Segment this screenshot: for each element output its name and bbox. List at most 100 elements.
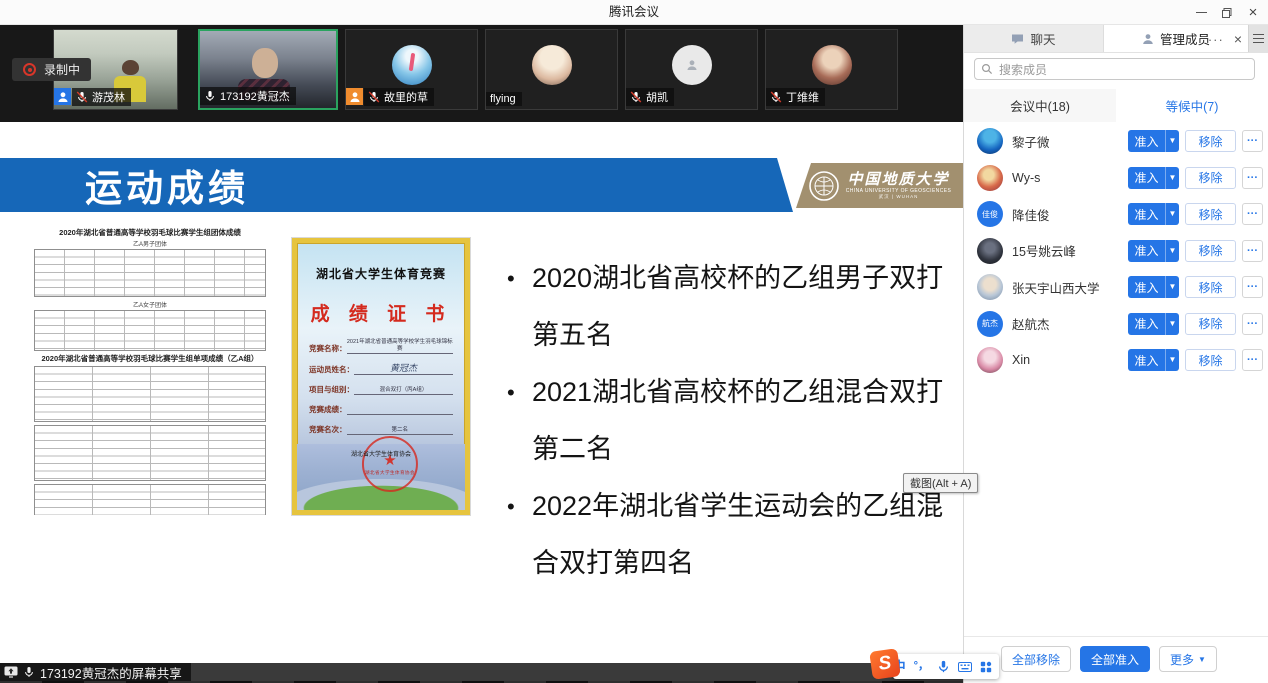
recording-indicator[interactable]: 录制中 bbox=[12, 58, 91, 81]
chevron-down-icon[interactable]: ▼ bbox=[1165, 276, 1179, 298]
screenshot-tooltip: 截图(Alt + A) bbox=[903, 473, 978, 493]
admit-all-button[interactable]: 全部准入 bbox=[1080, 646, 1150, 672]
waiting-member-row: 张天宇山西大学准入▼移除··· bbox=[964, 269, 1268, 306]
panel-tools: ··· × bbox=[1208, 25, 1242, 53]
admit-label: 准入 bbox=[1128, 206, 1165, 223]
chevron-down-icon[interactable]: ▼ bbox=[1165, 167, 1179, 189]
chevron-down-icon[interactable]: ▼ bbox=[1165, 313, 1179, 335]
mic-icon bbox=[204, 90, 216, 102]
screen-share-indicator[interactable]: 173192黄冠杰的屏幕共享 bbox=[0, 663, 191, 681]
tab-manage-members[interactable]: 管理成员 ··· × bbox=[1104, 25, 1248, 52]
remove-button[interactable]: 移除 bbox=[1185, 313, 1236, 335]
waiting-member-row: 航杰赵航杰准入▼移除··· bbox=[964, 306, 1268, 343]
slide-title-banner: 运动成绩 bbox=[0, 158, 793, 212]
member-list-tabs: 会议中(18) 等候中(7) bbox=[964, 89, 1268, 122]
admit-button[interactable]: 准入▼ bbox=[1128, 203, 1179, 225]
doc-subtitle-men: 乙A男子团体 bbox=[30, 239, 270, 248]
ime-toolbox-icon[interactable] bbox=[980, 661, 992, 673]
certificate-field-value bbox=[347, 408, 454, 415]
member-more-button[interactable]: ··· bbox=[1242, 313, 1263, 335]
ime-punctuation-toggle[interactable]: °， bbox=[914, 661, 929, 672]
participant-label-row: flying bbox=[486, 92, 522, 106]
participant-label-row: 胡凯 bbox=[626, 88, 674, 106]
admit-label: 准入 bbox=[1128, 169, 1165, 186]
minimize-button[interactable] bbox=[1188, 0, 1214, 25]
avatar bbox=[977, 347, 1003, 373]
member-more-button[interactable]: ··· bbox=[1242, 203, 1263, 225]
participant-tile[interactable]: 173192黄冠杰 bbox=[198, 29, 338, 110]
member-name: 15号姚云峰 bbox=[1012, 241, 1076, 260]
chevron-down-icon[interactable]: ▼ bbox=[1165, 240, 1179, 262]
window-controls: × bbox=[1188, 0, 1266, 25]
tencent-meeting-window: 腾讯会议 × 录制中 游茂林173192黄冠杰故里的草flying胡凯丁维维 正… bbox=[0, 0, 1268, 683]
sogou-logo-icon[interactable]: S bbox=[869, 648, 901, 680]
participant-tile[interactable]: 故里的草 bbox=[345, 29, 478, 110]
remove-button[interactable]: 移除 bbox=[1185, 276, 1236, 298]
participant-name-label: 胡凯 bbox=[626, 88, 674, 106]
panel-menu-button[interactable] bbox=[1248, 25, 1268, 52]
remove-button[interactable]: 移除 bbox=[1185, 240, 1236, 262]
member-name: 赵航杰 bbox=[1012, 314, 1050, 333]
doc-table-women-team bbox=[34, 310, 266, 351]
restore-button[interactable] bbox=[1214, 0, 1240, 25]
remove-button[interactable]: 移除 bbox=[1185, 167, 1236, 189]
certificate-issuer: 湖北省大学生体育协会 bbox=[297, 449, 465, 458]
member-more-button[interactable]: ··· bbox=[1242, 167, 1263, 189]
admit-button[interactable]: 准入▼ bbox=[1128, 276, 1179, 298]
certificate-field: 项目与组别：混合双打（丙A组） bbox=[309, 384, 453, 395]
minimize-icon bbox=[1196, 12, 1207, 14]
chevron-down-icon[interactable]: ▼ bbox=[1165, 203, 1179, 225]
participant-label-row: 丁维维 bbox=[766, 88, 825, 106]
university-name: 中国地质大学 CHINA UNIVERSITY OF GEOSCIENCES 武… bbox=[846, 171, 951, 199]
member-more-button[interactable]: ··· bbox=[1242, 349, 1263, 371]
slide-title: 运动成绩 bbox=[85, 158, 249, 212]
close-button[interactable]: × bbox=[1240, 0, 1266, 25]
participant-tile[interactable]: 胡凯 bbox=[625, 29, 758, 110]
remove-all-button[interactable]: 全部移除 bbox=[1001, 646, 1071, 672]
admit-button[interactable]: 准入▼ bbox=[1128, 313, 1179, 335]
remove-button[interactable]: 移除 bbox=[1185, 130, 1236, 152]
remove-button[interactable]: 移除 bbox=[1185, 349, 1236, 371]
participant-label-row: 故里的草 bbox=[346, 88, 434, 106]
recording-icon bbox=[23, 63, 36, 76]
admit-button[interactable]: 准入▼ bbox=[1128, 167, 1179, 189]
chevron-down-icon[interactable]: ▼ bbox=[1165, 130, 1179, 152]
panel-more-icon[interactable]: ··· bbox=[1208, 33, 1224, 46]
ime-keyboard-icon[interactable] bbox=[958, 662, 972, 672]
tab-waiting-room[interactable]: 等候中(7) bbox=[1116, 89, 1268, 122]
admit-button[interactable]: 准入▼ bbox=[1128, 240, 1179, 262]
chevron-down-icon: ▼ bbox=[1198, 655, 1206, 664]
mic-icon bbox=[23, 666, 35, 678]
results-document-image: 2020年湖北省普通高等学校羽毛球比赛学生组团体成绩 乙A男子团体 乙A女子团体… bbox=[30, 228, 270, 515]
ime-voice-icon[interactable] bbox=[937, 660, 950, 673]
participant-strip: 录制中 游茂林173192黄冠杰故里的草flying胡凯丁维维 bbox=[0, 25, 963, 122]
mic-muted-icon bbox=[630, 91, 642, 103]
avatar bbox=[977, 165, 1003, 191]
tab-chat[interactable]: 聊天 bbox=[964, 25, 1104, 52]
certificate-field-label: 项目与组别： bbox=[309, 384, 354, 395]
close-icon: × bbox=[1249, 5, 1258, 20]
slide-bullet: 2022年湖北省学生运动会的乙组混合双打第四名 bbox=[505, 478, 957, 592]
member-more-button[interactable]: ··· bbox=[1242, 276, 1263, 298]
restore-icon bbox=[1221, 7, 1233, 19]
panel-tab-bar: 聊天 管理成员 ··· × bbox=[964, 25, 1268, 53]
remove-button[interactable]: 移除 bbox=[1185, 203, 1236, 225]
title-bar: 腾讯会议 × bbox=[0, 0, 1268, 25]
more-button[interactable]: 更多▼ bbox=[1159, 646, 1217, 672]
member-search-input[interactable]: 搜索成员 bbox=[974, 58, 1255, 80]
admit-button[interactable]: 准入▼ bbox=[1128, 349, 1179, 371]
panel-close-icon[interactable]: × bbox=[1234, 32, 1242, 46]
waiting-member-list: 黎子微准入▼移除···Wy-s准入▼移除···佳俊降佳俊准入▼移除···15号姚… bbox=[964, 123, 1268, 379]
ime-toolbar: S 中 °， bbox=[893, 654, 999, 679]
chevron-down-icon[interactable]: ▼ bbox=[1165, 349, 1179, 371]
screen-share-label: 173192黄冠杰的屏幕共享 bbox=[40, 663, 182, 682]
admit-button[interactable]: 准入▼ bbox=[1128, 130, 1179, 152]
participant-tile[interactable]: 丁维维 bbox=[765, 29, 898, 110]
member-more-button[interactable]: ··· bbox=[1242, 130, 1263, 152]
certificate-field: 竞赛成绩： bbox=[309, 404, 453, 415]
member-more-button[interactable]: ··· bbox=[1242, 240, 1263, 262]
slide-bullet: 2020湖北省高校杯的乙组男子双打第五名 bbox=[505, 250, 957, 364]
participant-tile[interactable]: flying bbox=[485, 29, 618, 110]
certificate-field-value: 黄冠杰 bbox=[354, 363, 453, 375]
tab-in-meeting[interactable]: 会议中(18) bbox=[964, 89, 1116, 122]
